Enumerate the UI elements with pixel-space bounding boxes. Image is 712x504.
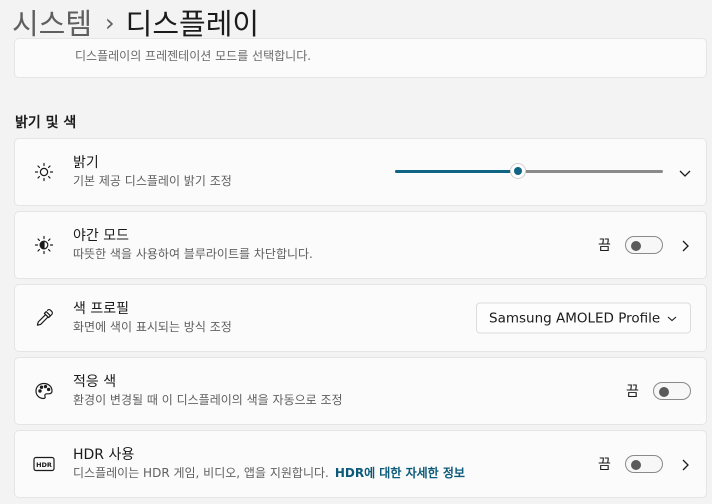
hdr-state-label: 끔	[598, 457, 611, 473]
chevron-down-icon[interactable]	[678, 165, 692, 179]
brightness-text: 밝기 기본 제공 디스플레이 밝기 조정	[73, 154, 232, 190]
chevron-right-icon[interactable]	[678, 238, 692, 252]
hdr-toggle-group: 끔	[598, 454, 663, 474]
breadcrumb-separator: ›	[105, 9, 115, 37]
brightness-title: 밝기	[73, 155, 99, 171]
sun-icon	[32, 160, 56, 184]
night-light-toggle[interactable]	[624, 236, 663, 254]
adaptive-color-toggle[interactable]	[652, 382, 691, 400]
hdr-title: HDR 사용	[73, 447, 135, 463]
adaptive-color-subtitle: 환경이 변경될 때 이 디스플레이의 색을 자동으로 조정	[73, 393, 343, 407]
color-profile-card[interactable]: 색 프로필 화면에 색이 표시되는 방식 조정 Samsung AMOLED P…	[14, 284, 707, 352]
color-profile-text: 색 프로필 화면에 색이 표시되는 방식 조정	[73, 300, 232, 336]
night-light-toggle-group: 끔	[598, 235, 663, 255]
chevron-down-icon	[667, 316, 677, 322]
adaptive-color-text: 적응 색 환경이 변경될 때 이 디스플레이의 색을 자동으로 조정	[73, 373, 343, 409]
adaptive-color-state-label: 끔	[626, 384, 639, 400]
chevron-right-icon[interactable]	[678, 457, 692, 471]
night-light-state-label: 끔	[598, 238, 611, 254]
night-light-subtitle: 따뜻한 색을 사용하여 블루라이트를 차단합니다.	[73, 247, 313, 261]
color-profile-selected: Samsung AMOLED Profile	[489, 310, 661, 326]
adaptive-color-card[interactable]: 적응 색 환경이 변경될 때 이 디스플레이의 색을 자동으로 조정 끔	[14, 357, 707, 425]
previous-setting-subtitle: 디스플레이의 프레젠테이션 모드를 선택합니다.	[75, 49, 312, 63]
slider-fill	[395, 170, 519, 173]
slider-thumb[interactable]	[511, 164, 526, 178]
brightness-slider[interactable]	[395, 164, 663, 179]
night-light-title: 야간 모드	[73, 228, 129, 244]
color-profile-dropdown[interactable]: Samsung AMOLED Profile	[476, 302, 691, 334]
night-light-card[interactable]: 야간 모드 따뜻한 색을 사용하여 블루라이트를 차단합니다. 끔	[14, 211, 707, 279]
hdr-subtitle: 디스플레이는 HDR 게임, 비디오, 앱을 지원합니다.	[73, 466, 329, 480]
palette-icon	[32, 379, 56, 403]
adaptive-color-toggle-group: 끔	[626, 381, 691, 401]
hdr-icon-text: HDR	[36, 461, 52, 469]
hdr-subtitle-line: 디스플레이는 HDR 게임, 비디오, 앱을 지원합니다. HDR에 대한 자세한…	[73, 465, 465, 482]
night-light-text: 야간 모드 따뜻한 색을 사용하여 블루라이트를 차단합니다.	[73, 227, 313, 263]
hdr-learn-more-link[interactable]: HDR에 대한 자세한 정보	[335, 466, 465, 480]
adaptive-color-title: 적응 색	[73, 374, 117, 390]
color-profile-title: 색 프로필	[73, 301, 129, 317]
brightness-card[interactable]: 밝기 기본 제공 디스플레이 밝기 조정	[14, 138, 707, 206]
night-light-icon	[32, 233, 56, 257]
section-header-brightness-color: 밝기 및 색	[15, 115, 77, 131]
previous-setting-card[interactable]: 디스플레이의 프레젠테이션 모드를 선택합니다.	[14, 38, 707, 78]
breadcrumb-parent-system[interactable]: 시스템	[12, 1, 92, 43]
hdr-icon: HDR	[32, 452, 56, 476]
hdr-card[interactable]: HDR HDR 사용 디스플레이는 HDR 게임, 비디오, 앱을 지원합니다.…	[14, 430, 707, 498]
page-title: 디스플레이	[125, 7, 260, 41]
hdr-text: HDR 사용 디스플레이는 HDR 게임, 비디오, 앱을 지원합니다. HDR에…	[73, 446, 465, 482]
eyedropper-icon	[32, 306, 56, 330]
brightness-subtitle: 기본 제공 디스플레이 밝기 조정	[73, 174, 232, 188]
hdr-toggle[interactable]	[624, 455, 663, 473]
breadcrumb: 시스템 › 디스플레이	[12, 2, 259, 42]
color-profile-subtitle: 화면에 색이 표시되는 방식 조정	[73, 320, 232, 334]
